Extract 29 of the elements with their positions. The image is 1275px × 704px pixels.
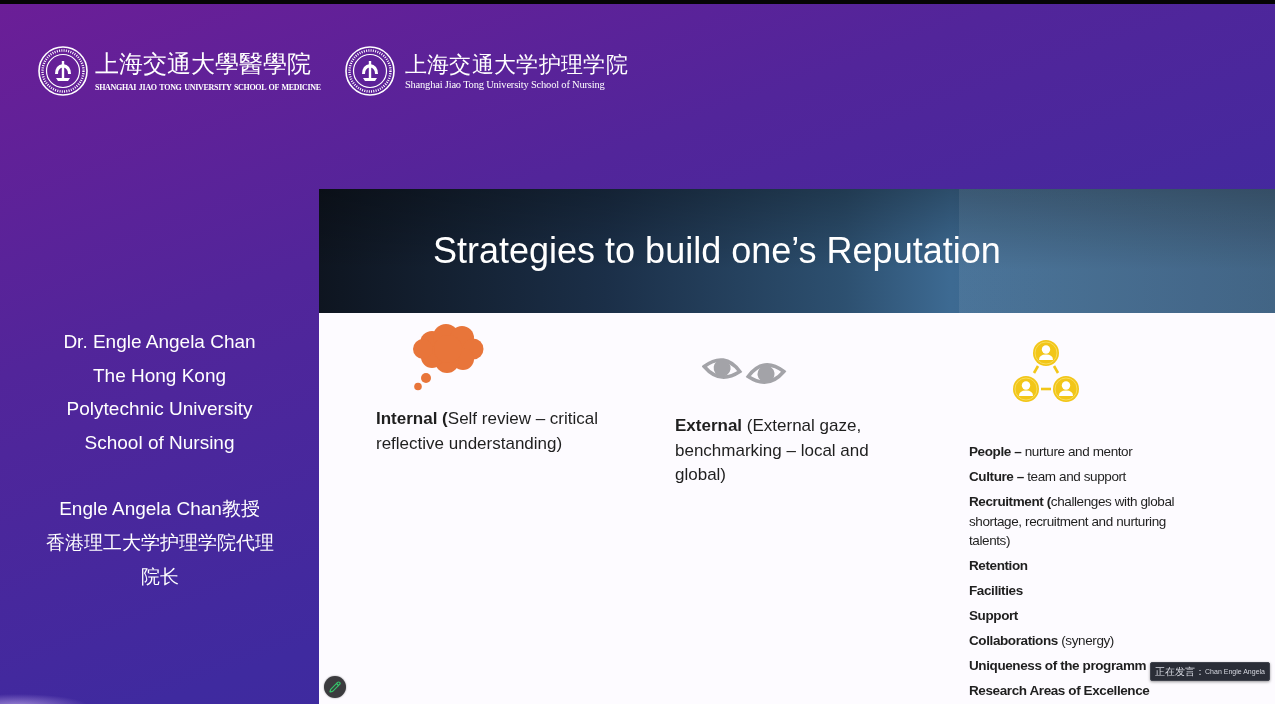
- strategy-text: External (External gaze, benchmarking – local and global): [675, 415, 870, 486]
- logo-english-name: Shanghai Jiao Tong University School of Nursing: [404, 78, 606, 91]
- strategy-text: Internal (Self review – critical reflective understanding): [376, 408, 599, 455]
- pencil-icon: [329, 681, 341, 693]
- list-item-text: Recruitment (challenges with global shortage, recruitment and nurturing talents): [969, 493, 1176, 550]
- list-item-text: Research Areas of Excellence: [969, 682, 1150, 700]
- list-item-text: People – nurture and mentor: [969, 443, 1133, 461]
- speaker-info-text: 香港理工大学护理学院代理: [45, 530, 274, 555]
- list-item-text: Facilities: [969, 582, 1023, 600]
- emblem-icon: [344, 46, 395, 96]
- list-item-text: Culture – team and support: [969, 468, 1126, 486]
- emblem-icon: [38, 46, 88, 96]
- list-item-text: Support: [969, 607, 1018, 625]
- thought-bubble-icon: [412, 323, 484, 391]
- speaker-info-text: The Hong Kong: [92, 363, 227, 388]
- speaker-info-text: Polytechnic University: [66, 397, 253, 422]
- speaker-info-text: 院长: [140, 564, 179, 589]
- list-item-text: Collaborations (synergy): [969, 632, 1114, 650]
- logo-chinese-name: 上海交通大學醫學院: [95, 49, 312, 78]
- logo-english-name: SHANGHAI JIAO TONG UNIVERSITY SCHOOL OF MEDICINE: [95, 82, 321, 93]
- pen-button[interactable]: [324, 676, 346, 698]
- list-item-text: Uniqueness of the programm: [969, 657, 1147, 675]
- people-network-icon: [1012, 339, 1080, 403]
- speaker-info-text: Dr. Engle Angela Chan: [63, 330, 256, 354]
- speaker-info-text: School of Nursing: [84, 430, 235, 455]
- speaker-info-text: Engle Angela Chan教授: [59, 497, 260, 522]
- slide-title: Strategies to build one’s Reputation: [433, 229, 1001, 273]
- logo-chinese-name: 上海交通大学护理学院: [404, 51, 628, 78]
- list-item-text: Retention: [969, 557, 1028, 575]
